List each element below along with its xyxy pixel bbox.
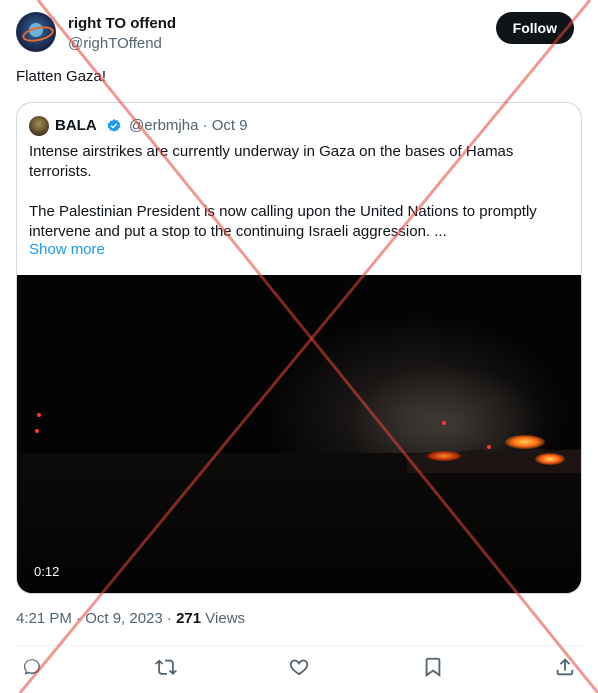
bookmark-icon [425, 657, 441, 677]
quoted-author-handle-date[interactable]: @erbmjha · Oct 9 [129, 117, 248, 134]
views-count: 271 [176, 610, 202, 627]
views-label: Views [205, 610, 246, 627]
red-light [442, 421, 446, 425]
quoted-tweet-card[interactable]: BALA @erbmjha · Oct 9 Intense airstrikes… [16, 102, 582, 594]
dark-ground [17, 453, 581, 593]
red-light [35, 429, 39, 433]
share-button[interactable] [554, 656, 580, 682]
red-light [37, 413, 41, 417]
bookmark-button[interactable] [422, 656, 448, 682]
like-button[interactable] [288, 656, 314, 682]
video-duration: 0:12 [34, 564, 60, 579]
retweet-icon [155, 659, 177, 675]
fire-glow [427, 451, 461, 461]
show-more-link[interactable]: Show more [29, 241, 105, 258]
quoted-author-avatar[interactable] [29, 116, 49, 136]
tweet-header: right TO offend @righTOffend Follow [16, 12, 582, 52]
fire-glow [535, 453, 565, 465]
planet-ring [20, 23, 56, 45]
quoted-paragraph-2: The Palestinian President is now calling… [29, 203, 537, 240]
quoted-paragraph-1: Intense airstrikes are currently underwa… [29, 143, 514, 180]
reply-button[interactable] [21, 656, 47, 682]
red-light [487, 445, 491, 449]
action-bar [16, 656, 582, 682]
author-handle[interactable]: @righTOffend [68, 35, 162, 52]
retweet-button[interactable] [155, 656, 181, 682]
author-avatar[interactable] [16, 12, 56, 52]
author-name[interactable]: right TO offend [68, 15, 176, 32]
like-icon [289, 659, 309, 676]
tweet-timestamp[interactable]: 4:21 PM · Oct 9, 2023 · [16, 610, 176, 627]
share-icon [556, 658, 574, 676]
reply-icon [23, 659, 41, 675]
tweet-meta: 4:21 PM · Oct 9, 2023 · 271 Views [16, 610, 245, 627]
divider [16, 645, 582, 646]
verified-badge-icon [107, 119, 121, 132]
video-player[interactable]: 0:12 [17, 275, 581, 593]
quoted-tweet-body: Intense airstrikes are currently underwa… [29, 142, 559, 242]
quoted-author-name[interactable]: BALA [55, 117, 97, 134]
follow-button[interactable]: Follow [495, 12, 574, 44]
tweet-text: Flatten Gaza! [16, 68, 107, 85]
fire-glow [505, 435, 545, 449]
